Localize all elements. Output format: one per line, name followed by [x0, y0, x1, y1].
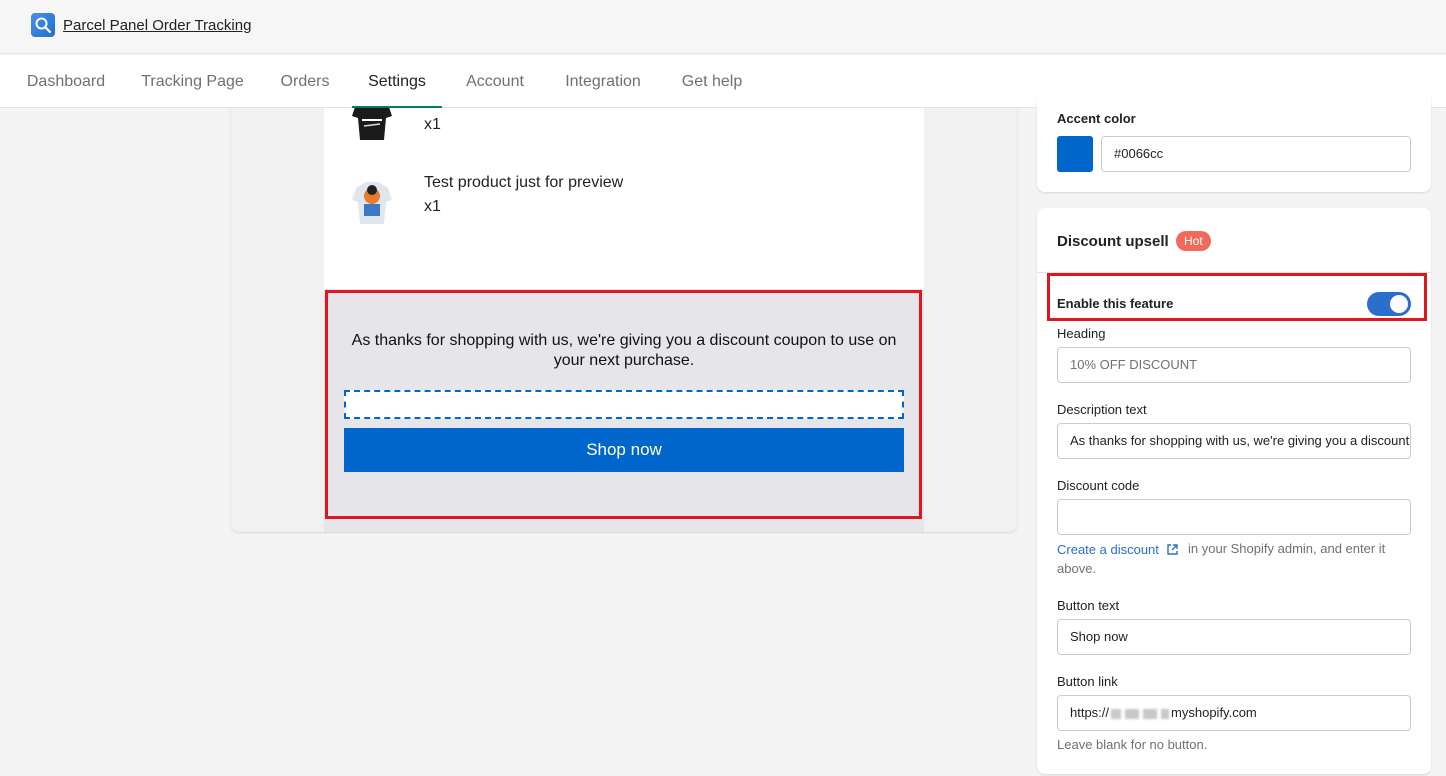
button-link-suffix: myshopify.com: [1171, 705, 1257, 720]
button-link-input[interactable]: https:// myshopify.com: [1057, 695, 1411, 731]
product-quantity: x1: [424, 116, 441, 133]
enable-feature-toggle[interactable]: [1367, 292, 1411, 316]
discount-upsell-title: Discount upsell: [1057, 233, 1169, 250]
button-link-prefix: https://: [1070, 705, 1110, 720]
heading-input[interactable]: 10% OFF DISCOUNT: [1057, 347, 1411, 383]
tab-get-help[interactable]: Get help: [672, 55, 752, 108]
button-text-input[interactable]: Shop now: [1057, 619, 1411, 655]
accent-color-card: Accent color #0066cc: [1037, 97, 1431, 192]
redacted-text: [1125, 708, 1140, 719]
divider: [1037, 272, 1431, 273]
discount-upsell-card: Discount upsell Hot Enable this feature …: [1037, 208, 1431, 774]
product-item: x1: [344, 108, 904, 150]
tab-account[interactable]: Account: [458, 55, 532, 108]
coupon-code-box: [344, 390, 904, 419]
app-title-link[interactable]: Parcel Panel Order Tracking: [63, 17, 251, 34]
toggle-knob: [1390, 295, 1408, 313]
tab-orders[interactable]: Orders: [273, 55, 337, 108]
redacted-text: [1143, 708, 1158, 719]
tab-dashboard[interactable]: Dashboard: [20, 55, 112, 108]
create-discount-help: in your Shopify admin, and enter it abov…: [1057, 541, 1386, 576]
accent-color-label: Accent color: [1057, 111, 1136, 126]
accent-color-swatch[interactable]: [1057, 136, 1093, 172]
redacted-text: [1161, 708, 1170, 719]
product-quantity: x1: [424, 198, 441, 215]
product-image: [352, 108, 392, 140]
enable-feature-label: Enable this feature: [1057, 296, 1174, 311]
product-image: [352, 182, 392, 224]
tab-tracking-page[interactable]: Tracking Page: [132, 55, 253, 108]
search-icon: [31, 13, 55, 37]
description-label: Description text: [1057, 402, 1147, 417]
button-text-label: Button text: [1057, 598, 1120, 613]
discount-code-input[interactable]: [1057, 499, 1411, 535]
accent-color-input[interactable]: #0066cc: [1101, 136, 1411, 172]
product-name: Test product just for preview: [424, 174, 624, 191]
product-item: Test product just for preview x1: [344, 172, 904, 232]
upsell-description: As thanks for shopping with us, we're gi…: [351, 332, 897, 369]
heading-label: Heading: [1057, 326, 1106, 341]
button-link-help: Leave blank for no button.: [1057, 737, 1208, 752]
preview-content: x1 Test product just for preview x1 As t…: [324, 108, 924, 532]
discount-code-label: Discount code: [1057, 478, 1140, 493]
discount-upsell-preview: As thanks for shopping with us, we're gi…: [324, 289, 924, 532]
tab-integration[interactable]: Integration: [554, 55, 652, 108]
button-link-label: Button link: [1057, 674, 1118, 689]
hot-badge: Hot: [1176, 231, 1211, 251]
tab-settings[interactable]: Settings: [352, 55, 442, 109]
tracking-page-preview: x1 Test product just for preview x1 As t…: [231, 108, 1017, 532]
app-header: Parcel Panel Order Tracking: [0, 0, 1446, 54]
shop-now-button[interactable]: Shop now: [344, 428, 904, 472]
description-input[interactable]: As thanks for shopping with us, we're gi…: [1057, 423, 1411, 459]
redacted-text: [1111, 708, 1122, 719]
